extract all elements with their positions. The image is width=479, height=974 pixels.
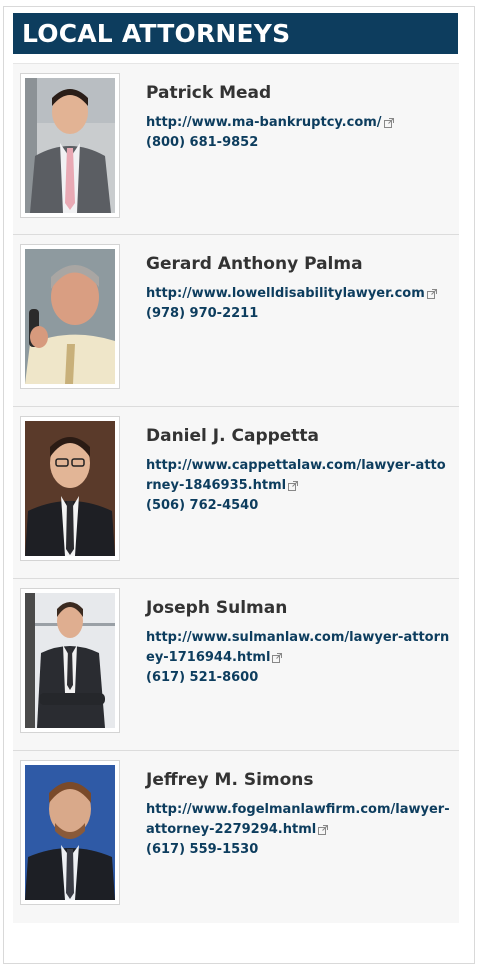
attorney-website-link[interactable]: http://www.ma-bankruptcy.com/ bbox=[146, 113, 451, 133]
external-link-icon bbox=[383, 117, 394, 128]
attorney-card: Gerard Anthony Palma http://www.lowelldi… bbox=[13, 235, 459, 407]
attorney-phone: (506) 762-4540 bbox=[146, 498, 259, 513]
attorney-photo[interactable] bbox=[20, 760, 120, 905]
attorney-name[interactable]: Joseph Sulman bbox=[146, 598, 287, 618]
attorney-phone: (617) 521-8600 bbox=[146, 670, 259, 685]
attorney-name[interactable]: Gerard Anthony Palma bbox=[146, 254, 363, 274]
attorney-phone: (978) 970-2211 bbox=[146, 306, 259, 321]
attorney-website-url[interactable]: http://www.sulmanlaw.com/lawyer-attorney… bbox=[146, 630, 449, 665]
attorney-phone: (617) 559-1530 bbox=[146, 842, 259, 857]
external-link-icon bbox=[272, 652, 283, 663]
attorney-photo[interactable] bbox=[20, 588, 120, 733]
attorney-website-link[interactable]: http://www.sulmanlaw.com/lawyer-attorney… bbox=[146, 628, 451, 668]
widget-title: LOCAL ATTORNEYS bbox=[13, 13, 458, 54]
attorney-website-link[interactable]: http://www.cappettalaw.com/lawyer-attorn… bbox=[146, 456, 451, 496]
attorney-website-url[interactable]: http://www.fogelmanlawfirm.com/lawyer-at… bbox=[146, 802, 450, 837]
attorney-name[interactable]: Patrick Mead bbox=[146, 83, 271, 103]
attorney-card: Daniel J. Cappetta http://www.cappettala… bbox=[13, 407, 459, 579]
attorney-card: Joseph Sulman http://www.sulmanlaw.com/l… bbox=[13, 579, 459, 751]
attorney-phone: (800) 681-9852 bbox=[146, 135, 259, 150]
attorney-list: Patrick Mead http://www.ma-bankruptcy.co… bbox=[13, 63, 459, 923]
attorney-photo[interactable] bbox=[20, 416, 120, 561]
external-link-icon bbox=[426, 288, 437, 299]
attorney-photo[interactable] bbox=[20, 244, 120, 389]
attorney-website-url[interactable]: http://www.ma-bankruptcy.com/ bbox=[146, 115, 382, 130]
attorney-photo[interactable] bbox=[20, 73, 120, 218]
external-link-icon bbox=[318, 824, 329, 835]
external-link-icon bbox=[288, 480, 299, 491]
attorney-card: Patrick Mead http://www.ma-bankruptcy.co… bbox=[13, 63, 459, 235]
attorney-name[interactable]: Jeffrey M. Simons bbox=[146, 770, 314, 790]
attorney-website-link[interactable]: http://www.fogelmanlawfirm.com/lawyer-at… bbox=[146, 800, 451, 840]
attorney-website-link[interactable]: http://www.lowelldisabilitylawyer.com bbox=[146, 284, 451, 304]
attorney-card: Jeffrey M. Simons http://www.fogelmanlaw… bbox=[13, 751, 459, 923]
attorney-name[interactable]: Daniel J. Cappetta bbox=[146, 426, 319, 446]
attorney-website-url[interactable]: http://www.lowelldisabilitylawyer.com bbox=[146, 286, 425, 301]
